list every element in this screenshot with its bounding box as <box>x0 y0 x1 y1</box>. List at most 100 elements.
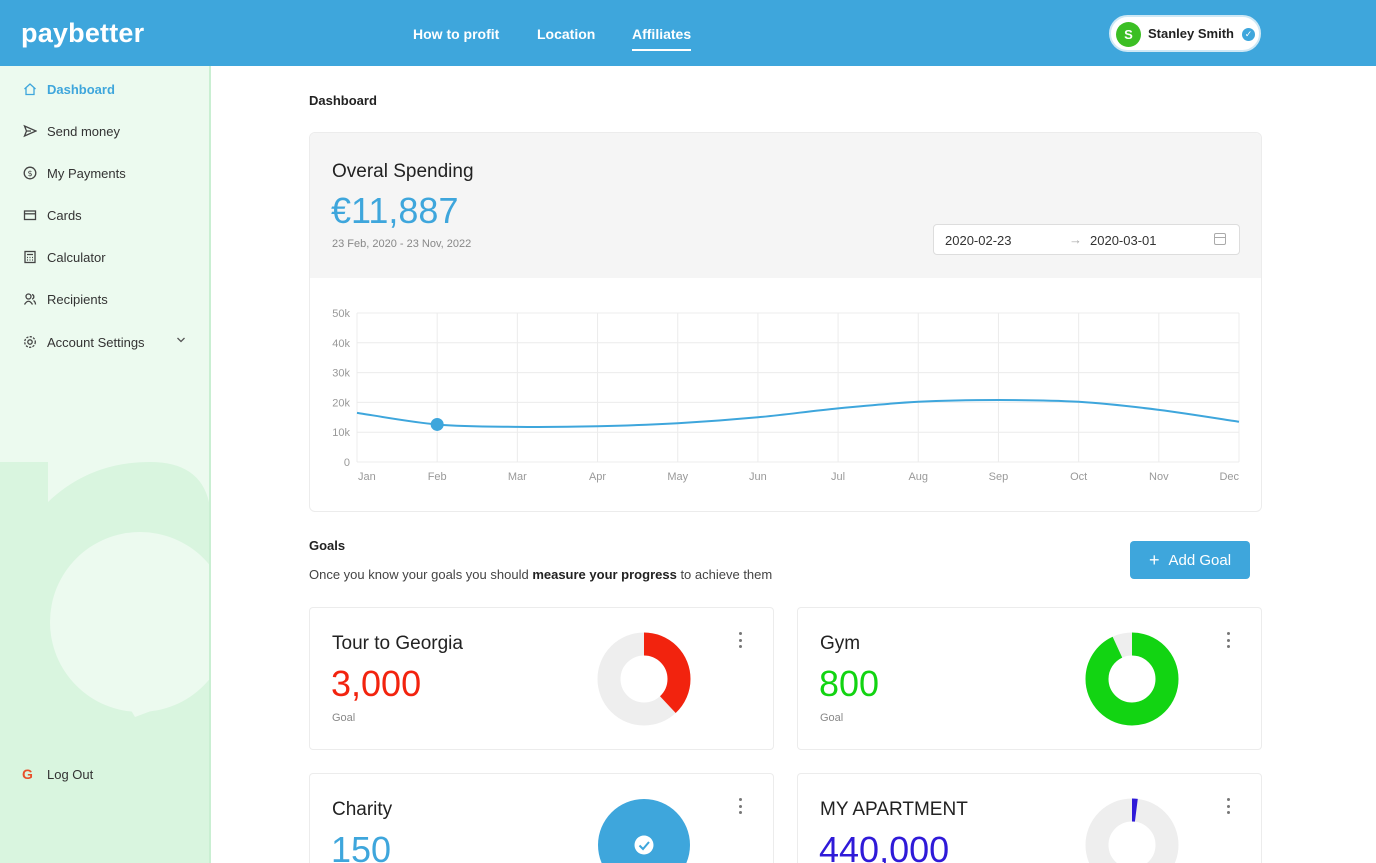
logout-button[interactable]: G Log Out <box>22 766 93 782</box>
arrow-right-icon: → <box>1069 232 1082 247</box>
chart-grid <box>356 312 1240 463</box>
sidebar-item-label: Account Settings <box>47 334 145 350</box>
spending-card: Overal Spending €11,887 23 Feb, 2020 - 2… <box>309 132 1262 512</box>
more-vertical-icon[interactable] <box>733 630 747 650</box>
check-circle-icon: ✓ <box>1242 28 1255 41</box>
check-circle-icon <box>634 835 654 855</box>
goal-card-charity[interactable]: Charity 150 <box>309 773 774 863</box>
series-line <box>356 399 1240 428</box>
sidebar-item-label: Dashboard <box>47 81 115 97</box>
user-name: Stanley Smith <box>1148 26 1234 41</box>
sidebar-item-calculator[interactable]: Calculator <box>22 247 106 267</box>
nav-affiliates[interactable]: Affiliates <box>632 26 692 51</box>
goal-name: Charity <box>332 799 393 820</box>
nav-location[interactable]: Location <box>537 26 595 42</box>
goal-progress-donut <box>597 632 691 726</box>
dollar-circle-icon: $ <box>22 165 38 181</box>
spending-range: 23 Feb, 2020 - 23 Nov, 2022 <box>332 238 472 250</box>
x-tick-label: Oct <box>1070 471 1087 483</box>
goals-subtitle-text: Once you know your goals you should <box>309 567 533 582</box>
x-tick-label: Nov <box>1149 471 1169 483</box>
logout-icon: G <box>22 766 33 782</box>
sidebar-item-my-payments[interactable]: $ My Payments <box>22 163 126 183</box>
x-tick-label: Jun <box>749 471 767 483</box>
x-tick-label: Jan <box>358 471 376 483</box>
more-vertical-icon[interactable] <box>1221 630 1235 650</box>
plus-icon: + <box>1148 550 1160 570</box>
goals-subtitle: Once you know your goals you should meas… <box>309 567 772 582</box>
more-vertical-icon[interactable] <box>733 796 747 816</box>
home-icon <box>22 81 38 97</box>
highlighted-data-point[interactable] <box>430 417 444 431</box>
donut-progress <box>1085 632 1179 726</box>
avatar: S <box>1116 22 1141 47</box>
calculator-icon <box>22 249 38 265</box>
sidebar-item-label: My Payments <box>47 165 126 181</box>
sidebar-item-recipients[interactable]: Recipients <box>22 289 108 309</box>
goal-label: Goal <box>332 712 356 724</box>
sidebar-item-send-money[interactable]: Send money <box>22 121 120 141</box>
x-tick-label: May <box>667 471 688 483</box>
goal-name: Gym <box>820 633 861 654</box>
svg-text:$: $ <box>27 169 32 178</box>
spending-chart: 0 10k 20k 30k 40k 50k Jan Feb Mar Apr May Jun Jul Aug… <box>332 308 1240 483</box>
spending-title: Overal Spending <box>332 161 474 182</box>
goal-card-tour-to-georgia[interactable]: Tour to Georgia 3,000 Goal <box>309 607 774 750</box>
goal-progress-donut <box>1085 798 1179 863</box>
card-icon <box>22 207 38 223</box>
add-goal-label: Add Goal <box>1168 551 1232 569</box>
x-tick-label: Aug <box>908 471 928 483</box>
users-icon <box>22 291 38 307</box>
sidebar: Dashboard Send money $ My Payments Cards… <box>0 66 211 863</box>
chevron-down-icon[interactable] <box>176 335 186 348</box>
x-tick-label: Sep <box>989 471 1009 483</box>
spending-amount: €11,887 <box>331 190 459 231</box>
goals-subtitle-emphasis: measure your progress <box>532 567 677 582</box>
breadcrumb: Dashboard <box>309 93 377 108</box>
goal-value: 800 <box>819 663 880 704</box>
nav-how-to-profit[interactable]: How to profit <box>413 26 499 42</box>
goal-progress-donut <box>1085 632 1179 726</box>
goal-name: Tour to Georgia <box>332 633 463 654</box>
goals-title: Goals <box>309 538 346 553</box>
goal-label: Goal <box>820 712 844 724</box>
goal-value: 440,000 <box>819 829 950 863</box>
send-icon <box>22 123 38 139</box>
sidebar-item-label: Cards <box>47 207 82 223</box>
y-tick-label: 50k <box>332 308 350 320</box>
sidebar-item-account-settings[interactable]: Account Settings <box>22 332 145 352</box>
sidebar-item-dashboard[interactable]: Dashboard <box>22 79 115 99</box>
date-range-picker[interactable]: 2020-02-23 → 2020-03-01 <box>933 224 1240 255</box>
sidebar-item-label: Recipients <box>47 291 108 307</box>
goal-card-gym[interactable]: Gym 800 Goal <box>797 607 1262 750</box>
date-start-input[interactable]: 2020-02-23 <box>945 233 1012 248</box>
sidebar-item-cards[interactable]: Cards <box>22 205 82 225</box>
x-tick-label: Feb <box>428 471 447 483</box>
spending-header: Overal Spending €11,887 23 Feb, 2020 - 2… <box>310 133 1261 278</box>
top-bar: paybetter How to profit Location Affilia… <box>0 0 1376 66</box>
x-tick-label: Mar <box>508 471 527 483</box>
y-tick-label: 40k <box>332 338 350 350</box>
app-logo[interactable]: paybetter <box>21 18 144 49</box>
logout-label: Log Out <box>47 766 94 782</box>
y-tick-label: 10k <box>332 427 350 439</box>
y-tick-label: 0 <box>344 457 350 469</box>
date-end-input[interactable]: 2020-03-01 <box>1090 233 1157 248</box>
goal-card-my-apartment[interactable]: MY APARTMENT 440,000 <box>797 773 1262 863</box>
user-menu[interactable]: S Stanley Smith ✓ <box>1109 15 1261 52</box>
y-tick-label: 20k <box>332 397 350 409</box>
sidebar-item-label: Send money <box>47 123 120 139</box>
goal-value: 150 <box>331 829 392 863</box>
add-goal-button[interactable]: + Add Goal <box>1130 541 1250 579</box>
x-tick-label: Jul <box>831 471 845 483</box>
more-vertical-icon[interactable] <box>1221 796 1235 816</box>
y-tick-label: 30k <box>332 368 350 380</box>
sidebar-item-label: Calculator <box>47 249 106 265</box>
gear-icon <box>22 334 38 350</box>
x-tick-label: Apr <box>589 471 606 483</box>
brand-p-decoration <box>0 462 209 863</box>
calendar-icon[interactable] <box>1214 233 1226 245</box>
goal-progress-donut <box>598 799 690 863</box>
goal-value: 3,000 <box>331 663 422 704</box>
x-tick-label: Dec <box>1219 471 1239 483</box>
